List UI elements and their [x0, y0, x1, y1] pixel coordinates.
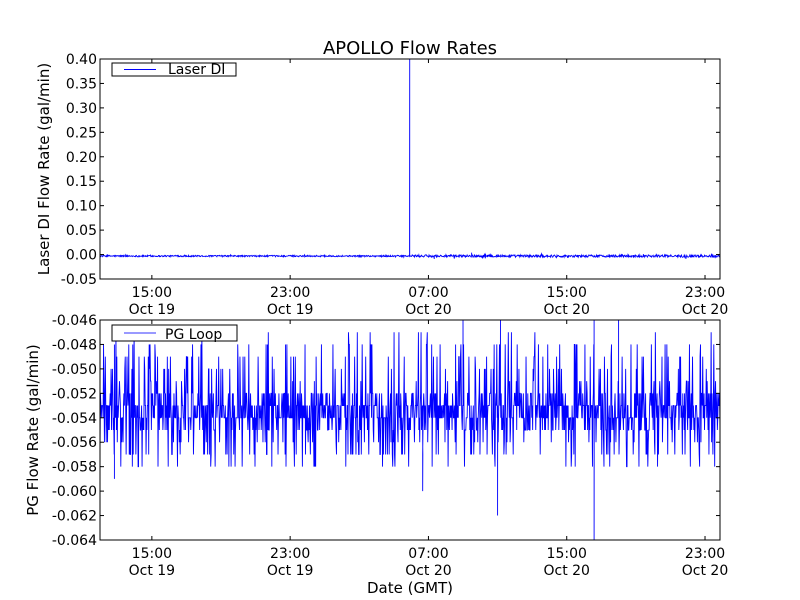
x-axis-label: Date (GMT) — [367, 579, 453, 597]
y-tick-label: -0.05 — [61, 272, 97, 288]
y-tick-label: 0.35 — [66, 76, 97, 92]
x-tick-label-date: Oct 19 — [129, 302, 175, 318]
y-tick-label: 0.00 — [66, 248, 97, 264]
x-tick-label-time: 15:00 — [547, 285, 587, 301]
y-tick-label: -0.062 — [52, 509, 97, 525]
x-tick-label-date: Oct 20 — [543, 302, 589, 318]
x-tick-label-time: 23:00 — [685, 285, 725, 301]
x-tick-label-time: 23:00 — [685, 546, 725, 562]
x-tick-label-time: 15:00 — [132, 285, 172, 301]
y-tick-label: 0.10 — [66, 199, 97, 215]
chart-title: APOLLO Flow Rates — [323, 38, 497, 59]
y-tick-label: -0.048 — [52, 337, 97, 353]
x-tick-label-time: 07:00 — [408, 285, 448, 301]
y-axis-label: Laser DI Flow Rate (gal/min) — [35, 63, 53, 275]
x-tick-label-time: 15:00 — [132, 546, 172, 562]
x-tick-label-date: Oct 19 — [267, 302, 313, 318]
y-tick-label: 0.30 — [66, 101, 97, 117]
figure: APOLLO Flow Rates -0.05 0.00 0.05 0.10 0.15 0… — [0, 0, 800, 600]
x-tick-label-date: Oct 20 — [405, 302, 451, 318]
y-tick-label: -0.060 — [52, 484, 97, 500]
y-tick-label: 0.15 — [66, 174, 97, 190]
x-tick-label-time: 23:00 — [270, 285, 310, 301]
y-tick-label: 0.40 — [66, 52, 97, 68]
y-tick-label: 0.20 — [66, 150, 97, 166]
x-tick-label-time: 07:00 — [408, 546, 448, 562]
legend-label: PG Loop — [165, 327, 222, 343]
x-tick-label-date: Oct 19 — [129, 563, 175, 579]
y-tick-label: -0.050 — [52, 362, 97, 378]
x-tick-label-date: Oct 20 — [682, 563, 728, 579]
y-tick-label: 0.25 — [66, 125, 97, 141]
x-tick-label-date: Oct 20 — [405, 563, 451, 579]
y-tick-label: -0.056 — [52, 435, 97, 451]
x-tick-label-date: Oct 19 — [267, 563, 313, 579]
x-tick-label-date: Oct 20 — [682, 302, 728, 318]
y-tick-label: -0.064 — [52, 533, 97, 549]
y-tick-label: -0.058 — [52, 460, 97, 476]
y-tick-label: 0.05 — [66, 223, 97, 239]
y-tick-label: -0.052 — [52, 386, 97, 402]
x-tick-label-date: Oct 20 — [543, 563, 589, 579]
y-tick-label: -0.054 — [52, 411, 97, 427]
figure-background — [0, 0, 800, 600]
y-tick-label: -0.046 — [52, 313, 97, 329]
legend-label: Laser DI — [168, 62, 225, 78]
y-axis-label: PG Flow Rate (gal/min) — [24, 344, 42, 516]
x-tick-label-time: 23:00 — [270, 546, 310, 562]
x-tick-label-time: 15:00 — [547, 546, 587, 562]
